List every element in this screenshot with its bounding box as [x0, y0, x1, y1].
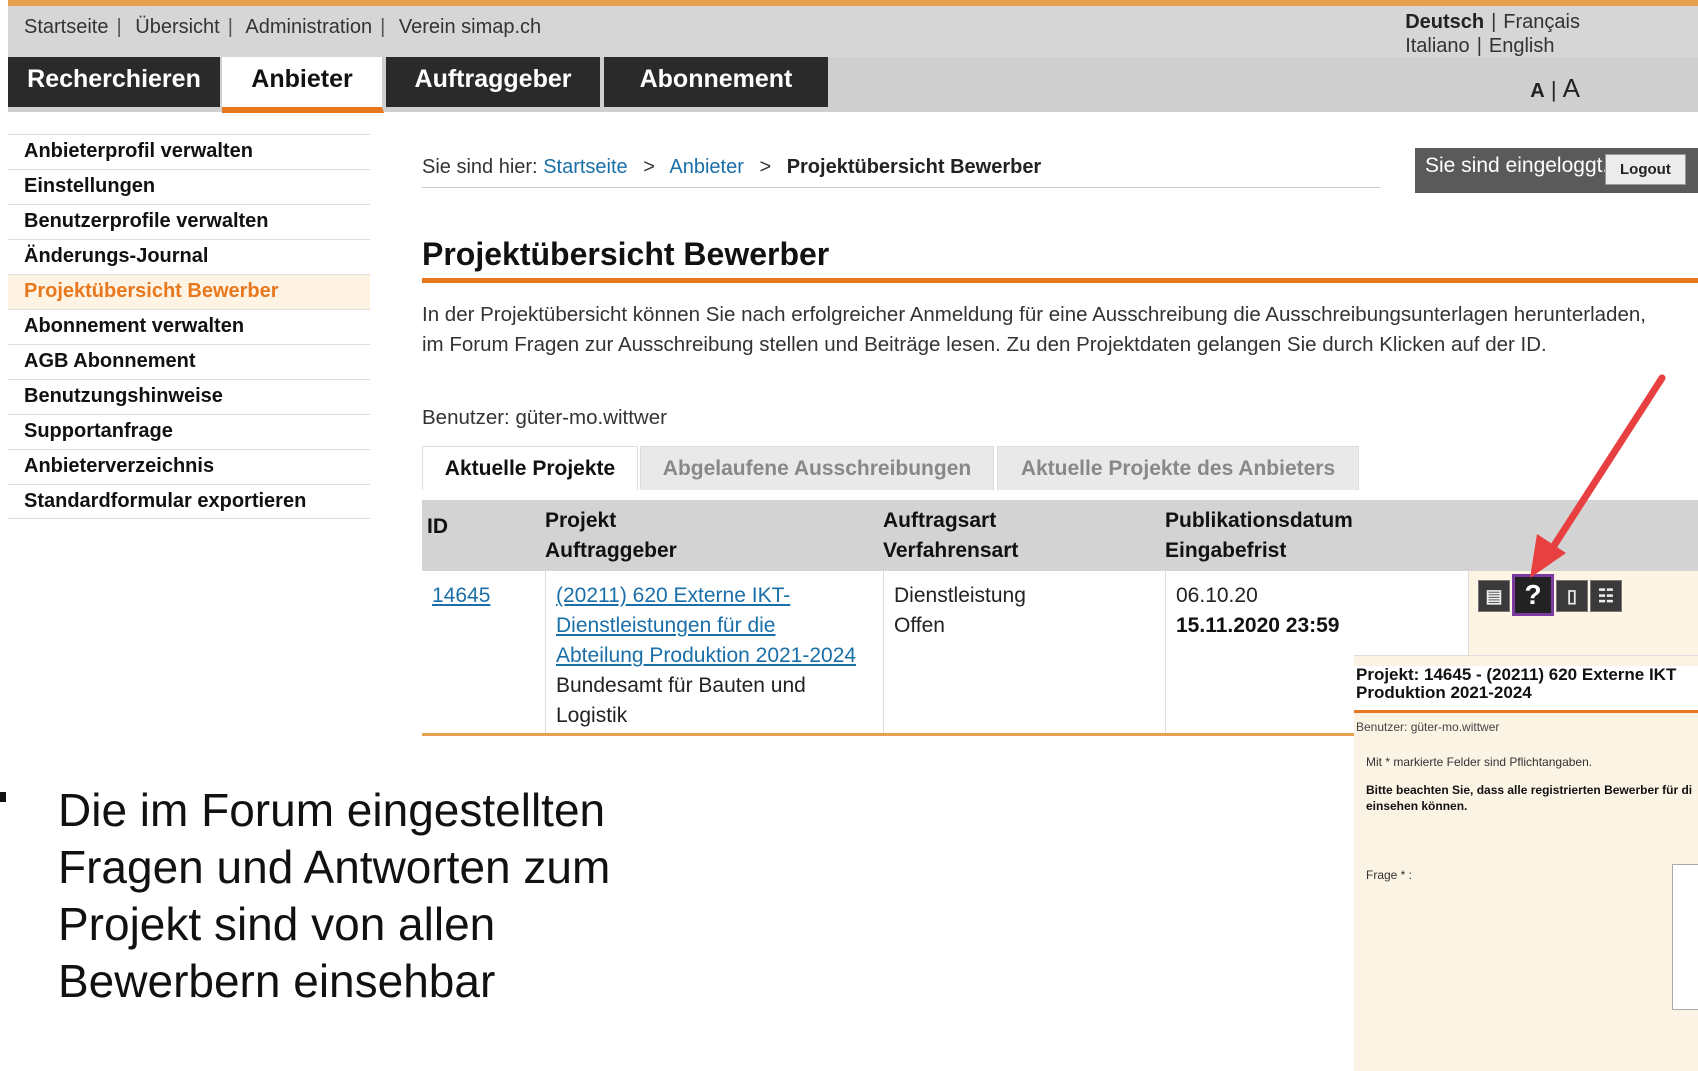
- col-id: ID: [427, 515, 448, 538]
- question-label: Frage * :: [1366, 868, 1413, 882]
- sidebar-item-anbieterprofil[interactable]: Anbieterprofil verwalten: [8, 134, 370, 169]
- annotation-arrow: [1530, 374, 1666, 578]
- project-id-link[interactable]: 14645: [432, 584, 490, 607]
- font-large-button[interactable]: A: [1563, 73, 1580, 103]
- sidebar-item-benutzungshinweise[interactable]: Benutzungshinweise: [8, 379, 370, 414]
- col-eingabefrist: Eingabefrist: [1165, 539, 1287, 562]
- publikationsdatum-value: 06.10.20: [1176, 584, 1258, 607]
- lang-francais[interactable]: Français: [1503, 11, 1580, 33]
- book-icon[interactable]: ▤: [1478, 580, 1510, 612]
- project-title-link[interactable]: (20211) 620 Externe IKT- Dienstleistunge…: [556, 581, 876, 731]
- sidebar-item-projektuebersicht[interactable]: Projektübersicht Bewerber: [8, 274, 370, 309]
- user-line: Benutzer: güter-mo.wittwer: [422, 406, 667, 429]
- breadcrumb-startseite[interactable]: Startseite: [543, 156, 627, 178]
- popup-header: Projekt: 14645 - (20211) 620 Externe IKT…: [1354, 666, 1698, 713]
- tab-abgelaufene-ausschreibungen[interactable]: Abgelaufene Ausschreibungen: [640, 446, 994, 490]
- nav-tab-anbieter[interactable]: Anbieter: [222, 57, 384, 113]
- login-status-text: Sie sind eingeloggt.: [1425, 154, 1609, 177]
- popup-user: Benutzer: güter-mo.wittwer: [1356, 720, 1500, 734]
- popup-title-line2: Produktion 2021-2024: [1356, 683, 1532, 702]
- lang-english[interactable]: English: [1489, 35, 1555, 57]
- title-rule: [422, 278, 1698, 283]
- tab-aktuelle-projekte[interactable]: Aktuelle Projekte: [422, 446, 638, 490]
- top-link-administration[interactable]: Administration: [245, 16, 372, 38]
- col-verfahrensart: Verfahrensart: [883, 539, 1019, 562]
- sidebar-item-supportanfrage[interactable]: Supportanfrage: [8, 414, 370, 449]
- sidebar-item-abonnement[interactable]: Abonnement verwalten: [8, 309, 370, 344]
- nav-tab-recherchieren[interactable]: Recherchieren: [8, 57, 222, 107]
- font-small-button[interactable]: A: [1530, 80, 1544, 102]
- question-textarea[interactable]: [1672, 864, 1698, 1010]
- popup-title-line1: Projekt: 14645 - (20211) 620 Externe IKT: [1356, 665, 1677, 684]
- slide-bullet: Die im Forum eingestellten Fragen und An…: [58, 784, 611, 1007]
- col-projekt: Projekt: [545, 509, 617, 532]
- top-link-startseite[interactable]: Startseite: [24, 16, 108, 38]
- breadcrumb-anbieter[interactable]: Anbieter: [669, 156, 744, 178]
- sidebar: Anbieterprofil verwalten Einstellungen B…: [8, 134, 370, 519]
- eingabefrist-value: 15.11.2020 23:59: [1176, 614, 1340, 637]
- auftraggeber-value: Bundesamt für Bauten und: [556, 674, 806, 697]
- breadcrumb-current: Projektübersicht Bewerber: [786, 156, 1042, 178]
- bullet-marker: [0, 792, 6, 802]
- login-status: Sie sind eingeloggt. Logout: [1415, 148, 1698, 193]
- nav-tab-abonnement[interactable]: Abonnement: [604, 57, 830, 107]
- top-bar: Startseite | Übersicht | Administration | V…: [8, 0, 1698, 57]
- auftragsart-value: Dienstleistung: [894, 584, 1026, 607]
- main-nav: Recherchieren Anbieter Auftraggeber Abon…: [8, 57, 1698, 113]
- table-header: ID Projekt Auftraggeber Auftragsart Verf…: [422, 500, 1698, 571]
- logout-button[interactable]: Logout: [1605, 154, 1686, 185]
- forum-question-popup: Projekt: 14645 - (20211) 620 Externe IKT…: [1354, 655, 1698, 1071]
- language-switcher: Deutsch | Français Italiano | English: [1405, 11, 1580, 57]
- col-auftragsart: Auftragsart: [883, 509, 997, 532]
- popup-required-note: Mit * markierte Felder sind Pflichtangab…: [1366, 755, 1593, 769]
- sidebar-item-standardformular[interactable]: Standardformular exportieren: [8, 484, 370, 519]
- verfahrensart-value: Offen: [894, 614, 945, 637]
- lang-deutsch[interactable]: Deutsch: [1405, 11, 1484, 33]
- nav-tab-auftraggeber[interactable]: Auftraggeber: [386, 57, 602, 107]
- sidebar-item-anbieterverzeichnis[interactable]: Anbieterverzeichnis: [8, 449, 370, 484]
- tab-aktuelle-projekte-anbieter[interactable]: Aktuelle Projekte des Anbieters: [997, 446, 1359, 490]
- sidebar-item-benutzerprofile[interactable]: Benutzerprofile verwalten: [8, 204, 370, 239]
- sidebar-item-aenderungs-journal[interactable]: Änderungs-Journal: [8, 239, 370, 274]
- col-auftraggeber: Auftraggeber: [545, 539, 677, 562]
- font-size-switcher: A | A: [1530, 73, 1580, 103]
- sidebar-item-einstellungen[interactable]: Einstellungen: [8, 169, 370, 204]
- col-publikationsdatum: Publikationsdatum: [1165, 509, 1353, 532]
- sidebar-item-agb[interactable]: AGB Abonnement: [8, 344, 370, 379]
- top-link-uebersicht[interactable]: Übersicht: [135, 16, 219, 38]
- top-link-verein[interactable]: Verein simap.ch: [399, 16, 541, 38]
- lang-italiano[interactable]: Italiano: [1405, 35, 1470, 57]
- breadcrumb: Sie sind hier: Startseite > Anbieter > P…: [422, 156, 1380, 188]
- intro-text: In der Projektübersicht können Sie nach …: [422, 303, 1646, 356]
- popup-visibility-note: Bitte beachten Sie, dass alle registrier…: [1366, 783, 1693, 813]
- top-links: Startseite | Übersicht | Administration | V…: [24, 16, 542, 38]
- page-title: Projektübersicht Bewerber: [422, 236, 830, 272]
